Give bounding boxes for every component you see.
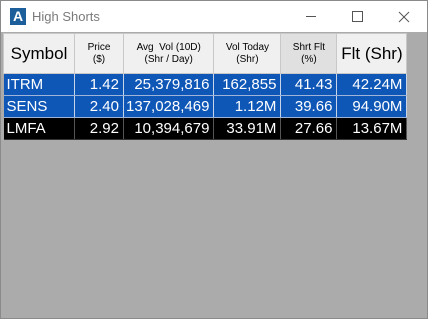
column-header-flt[interactable]: Flt (Shr) [336, 33, 408, 74]
table-row[interactable]: ITRM 1.42 25,379,816 162,855 41.43 42.24… [3, 73, 408, 96]
window-title: High Shorts [32, 9, 100, 24]
grid-area: Symbol Price ($) Avg Vol (10D) (Shr / Da… [1, 32, 427, 318]
cell-shrt-flt: 27.66 [280, 117, 338, 140]
app-icon: A [10, 8, 26, 25]
minimize-button[interactable] [288, 1, 334, 32]
header-label: Flt (Shr) [341, 43, 403, 63]
cell-vol-today: 162,855 [213, 73, 282, 96]
header-label: Shrt Flt [292, 41, 326, 53]
title-bar[interactable]: A High Shorts [1, 1, 427, 32]
column-header-shrt-flt[interactable]: Shrt Flt (%) [280, 33, 338, 74]
cell-price: 2.40 [74, 95, 124, 118]
close-button[interactable] [381, 1, 427, 32]
maximize-icon [352, 11, 363, 22]
cell-avg-vol: 137,028,469 [123, 95, 215, 118]
cell-price: 2.92 [74, 117, 124, 140]
header-label: Symbol [10, 43, 68, 63]
cell-symbol: SENS [3, 95, 75, 118]
header-unit: (%) [301, 53, 317, 65]
cell-vol-today: 33.91M [213, 117, 282, 140]
header-label: Price [87, 41, 111, 53]
table-row[interactable]: SENS 2.40 137,028,469 1.12M 39.66 94.90M [3, 95, 408, 118]
header-row: Symbol Price ($) Avg Vol (10D) (Shr / Da… [3, 33, 408, 74]
cell-vol-today: 1.12M [213, 95, 282, 118]
header-unit: ($) [92, 53, 106, 65]
minimize-icon [306, 16, 316, 17]
header-label: Avg Vol (10D) [136, 41, 201, 53]
header-unit: (Shr / Day) [144, 53, 193, 65]
app-window: A High Shorts Symbol Price ($) Avg Vol (… [0, 0, 428, 319]
high-shorts-table: Symbol Price ($) Avg Vol (10D) (Shr / Da… [3, 33, 408, 140]
cell-avg-vol: 10,394,679 [123, 117, 215, 140]
cell-avg-vol: 25,379,816 [123, 73, 215, 96]
header-label: Vol Today [225, 41, 270, 53]
column-header-vol-today[interactable]: Vol Today (Shr) [213, 33, 282, 74]
cell-flt: 13.67M [336, 117, 408, 140]
close-icon [398, 11, 410, 23]
column-header-symbol[interactable]: Symbol [3, 33, 75, 74]
cell-shrt-flt: 39.66 [280, 95, 338, 118]
cell-symbol: ITRM [3, 73, 75, 96]
cell-price: 1.42 [74, 73, 124, 96]
column-header-price[interactable]: Price ($) [74, 33, 124, 74]
maximize-button[interactable] [334, 1, 380, 32]
cell-symbol: LMFA [3, 117, 75, 140]
cell-flt: 42.24M [336, 73, 408, 96]
column-header-avg-vol[interactable]: Avg Vol (10D) (Shr / Day) [122, 33, 215, 74]
cell-flt: 94.90M [336, 95, 408, 118]
table-row[interactable]: LMFA 2.92 10,394,679 33.91M 27.66 13.67M [3, 117, 408, 140]
header-unit: (Shr) [236, 53, 259, 65]
cell-shrt-flt: 41.43 [280, 73, 338, 96]
